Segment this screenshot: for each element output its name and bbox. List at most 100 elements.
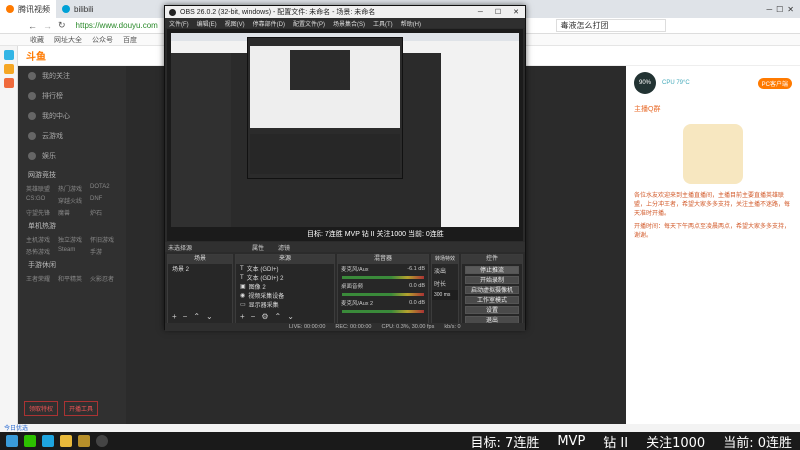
game-link[interactable]: 英雄联盟 (26, 184, 54, 193)
transition-select[interactable]: 淡出 (432, 264, 458, 277)
bookmark-item[interactable]: 网址大全 (54, 35, 82, 45)
game-icon (28, 152, 36, 160)
game-link[interactable]: 魔兽 (58, 208, 86, 217)
menu-view[interactable]: 视图(V) (225, 19, 245, 28)
refresh-icon[interactable]: ↻ (58, 20, 66, 31)
mirror-obs-docks (250, 134, 400, 174)
wechat-icon[interactable] (24, 435, 36, 447)
menu-docks[interactable]: 停靠部件(D) (253, 19, 285, 28)
settings-button[interactable]: 设置 (465, 306, 519, 314)
game-link[interactable]: DOTA2 (90, 184, 118, 193)
stop-streaming-button[interactable]: 停止推流 (465, 266, 519, 274)
sidebar-item-cloud[interactable]: 云游戏 (18, 126, 126, 146)
sidebar-item-center[interactable]: 我的中心 (18, 106, 126, 126)
sidebar-item-fun[interactable]: 娱乐 (18, 146, 126, 166)
bookmark-item[interactable]: 收藏 (30, 35, 44, 45)
up-icon[interactable]: ⌃ (193, 312, 200, 321)
down-icon[interactable]: ⌄ (206, 312, 213, 321)
shield-icon[interactable] (4, 50, 14, 60)
obs-icon[interactable] (96, 435, 108, 447)
overlay-mvp: MVP (557, 433, 586, 449)
menu-profile[interactable]: 配置文件(P) (293, 19, 325, 28)
sidebar-item-rank[interactable]: 排行榜 (18, 86, 126, 106)
lol-icon[interactable] (78, 435, 90, 447)
game-link[interactable]: 和平精英 (58, 274, 86, 283)
menu-edit[interactable]: 编辑(E) (197, 19, 217, 28)
source-item[interactable]: T 文本 (GDI+) (236, 264, 334, 274)
up-icon[interactable]: ⌃ (275, 312, 282, 321)
remove-icon[interactable]: − (251, 312, 256, 321)
game-link[interactable]: 怀旧游戏 (90, 235, 118, 244)
game-link[interactable]: 热门游戏 (58, 184, 86, 193)
sidebar-section-title: 手游休闲 (28, 262, 56, 269)
maximize-icon[interactable]: ☐ (495, 8, 501, 16)
menu-file[interactable]: 文件(F) (169, 19, 189, 28)
sidebar-item-follow[interactable]: 我的关注 (18, 66, 126, 86)
menu-scenes[interactable]: 场景集合(S) (333, 19, 365, 28)
kbps: kb/s: 0 (444, 324, 461, 330)
close-icon[interactable]: ✕ (787, 5, 794, 14)
privilege-button[interactable]: 领取特权 (24, 401, 59, 416)
game-link[interactable]: 火影忍者 (90, 274, 118, 283)
preview-overlay-text: 目标: 7连胜 MVP 钻 II 关注1000 当前: 0连胜 (307, 231, 444, 238)
game-link[interactable]: CS:GO (26, 196, 54, 205)
scene-item[interactable]: 场景 2 (168, 264, 232, 273)
game-link[interactable]: 守望先锋 (26, 208, 54, 217)
menu-tools[interactable]: 工具(T) (373, 19, 393, 28)
browser-icon[interactable] (42, 435, 54, 447)
gear-icon[interactable]: ⚙ (261, 312, 268, 321)
windows-start-icon[interactable] (6, 435, 18, 447)
game-link[interactable]: 主机游戏 (26, 235, 54, 244)
channel-name: 麦克风/Aux 2 (341, 301, 374, 307)
browser-tab-0[interactable]: 腾讯视频 (0, 0, 56, 18)
source-item[interactable]: ◉ 视频采集设备 (236, 291, 334, 300)
add-icon[interactable]: + (172, 312, 177, 321)
volume-meter[interactable] (342, 310, 424, 313)
add-icon[interactable]: + (240, 312, 245, 321)
minimize-icon[interactable]: ─ (766, 5, 772, 14)
mixer-dock-title: 混音器 (338, 255, 428, 264)
down-icon[interactable]: ⌄ (287, 312, 294, 321)
remove-icon[interactable]: − (183, 312, 188, 321)
forward-icon[interactable]: → (43, 21, 52, 31)
source-item[interactable]: ▭ 显示器采集 (236, 300, 334, 309)
douyu-logo[interactable]: 斗鱼 (26, 48, 46, 63)
star-icon[interactable] (4, 64, 14, 74)
maximize-icon[interactable]: ☐ (776, 5, 783, 14)
broadcast-tool-button[interactable]: 开播工具 (64, 401, 99, 416)
studio-mode-button[interactable]: 工作室模式 (465, 296, 519, 304)
virtual-camera-button[interactable]: 启动虚拟摄像机 (465, 286, 519, 294)
browser-tab-1[interactable]: bilibili (56, 0, 100, 18)
game-link[interactable]: 手游 (90, 247, 118, 256)
properties-button[interactable]: 属性 (252, 243, 264, 252)
close-icon[interactable]: ✕ (513, 8, 519, 16)
duration-input[interactable]: 300 ms (432, 290, 458, 300)
game-link[interactable]: 恐怖游戏 (26, 247, 54, 256)
bookmark-item[interactable]: 百度 (123, 35, 137, 45)
source-item[interactable]: T 文本 (GDI+) 2 (236, 273, 334, 283)
game-link[interactable]: 炉石 (90, 208, 118, 217)
bookmark-item[interactable]: 公众号 (92, 35, 113, 45)
stream-overlay-text: 目标: 7连胜 MVP 钻 II 关注1000 当前: 0连胜 (471, 432, 792, 450)
volume-meter[interactable] (342, 276, 424, 279)
pc-client-badge[interactable]: PC客户端 (757, 77, 792, 89)
browser-search-input[interactable]: 毒液怎么打团 (555, 19, 666, 32)
filters-button[interactable]: 滤镜 (278, 243, 290, 252)
game-link[interactable]: 王者荣耀 (26, 274, 54, 283)
game-link[interactable]: Steam (58, 247, 86, 256)
back-icon[interactable]: ← (28, 21, 37, 31)
browser-side-strip (0, 46, 18, 432)
game-link[interactable]: 穿越火线 (58, 196, 86, 205)
minimize-icon[interactable]: ─ (478, 9, 483, 16)
source-item[interactable]: ▣ 图像 2 (236, 282, 334, 291)
game-link[interactable]: 独立游戏 (58, 235, 86, 244)
folder-icon[interactable] (60, 435, 72, 447)
obs-preview-canvas[interactable]: 目标: 7连胜 MVP 钻 II 关注1000 当前: 0连胜 (167, 29, 523, 241)
heart-icon[interactable] (4, 78, 14, 88)
menu-help[interactable]: 帮助(H) (401, 19, 421, 28)
start-recording-button[interactable]: 开始录制 (465, 276, 519, 284)
game-link[interactable]: DNF (90, 196, 118, 205)
douyu-right-panel: 90% CPU 79°C PC客户端 主播Q群 各位水友欢迎来到主播直播间，主播… (626, 66, 800, 424)
source-label: 文本 (GDI+) (246, 267, 279, 273)
volume-meter[interactable] (342, 293, 424, 296)
